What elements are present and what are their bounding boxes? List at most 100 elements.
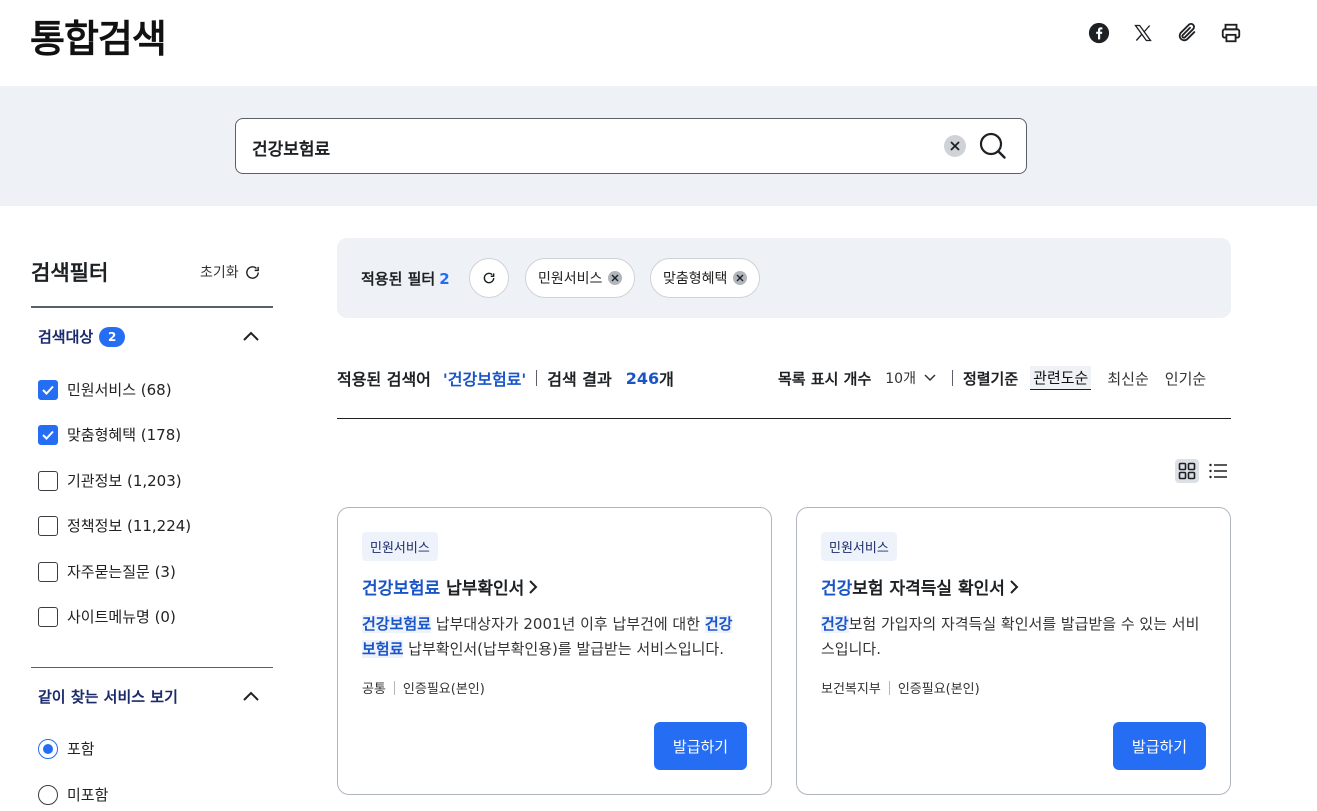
checkbox-custom-benefit[interactable]: 맞춤형혜택 (178) — [38, 424, 181, 445]
sort-option-relevance[interactable]: 관련도순 — [1030, 366, 1092, 390]
radio-label: 포함 — [67, 740, 95, 758]
issue-button[interactable]: 발급하기 — [1113, 722, 1206, 770]
checkbox-label: 사이트메뉴명 (0) — [67, 608, 176, 626]
filter-section-target: 검색대상 2 — [38, 326, 126, 347]
checkbox-label: 기관정보 (1,203) — [67, 472, 182, 490]
section-title: 검색대상 — [38, 328, 94, 346]
page-size-label: 목록 표시 개수 — [778, 369, 872, 388]
result-unit: 개 — [659, 370, 674, 389]
radio-exclude[interactable]: 미포함 — [38, 784, 108, 805]
applied-filter-count: 2 — [439, 270, 450, 288]
filter-chip[interactable]: 민원서비스 — [525, 258, 636, 298]
result-card: 민원서비스 건강보험료 납부확인서 건강보험료 납부대상자가 2001년 이후 … — [337, 507, 772, 795]
sort-option-latest[interactable]: 최신순 — [1107, 368, 1148, 389]
divider — [31, 667, 273, 668]
page-size-select[interactable]: 10개 — [885, 368, 936, 388]
divider — [337, 418, 1231, 419]
page-size-value: 10개 — [885, 371, 916, 387]
filter-section-related: 같이 찾는 서비스 보기 — [38, 686, 178, 707]
result-card: 민원서비스 건강보험 자격득실 확인서 건강보험 가입자의 자격득실 확인서를 … — [796, 507, 1231, 795]
meta-auth: 인증필요(본인) — [402, 682, 485, 697]
category-tag: 민원서비스 — [362, 532, 438, 561]
title-highlight: 건강보험료 — [362, 579, 441, 599]
applied-filter-label: 적용된 필터 2 — [361, 268, 450, 289]
meta-org: 보건복지부 — [821, 682, 881, 697]
meta-auth: 인증필요(본인) — [897, 682, 980, 697]
sort-controls: 목록 표시 개수 10개 정렬기준 관련도순 최신순 인기순 — [778, 366, 1206, 390]
chip-label: 민원서비스 — [538, 271, 603, 287]
clear-search-icon[interactable] — [944, 135, 966, 157]
results-summary: 적용된 검색어 '건강보험료' 검색 결과 246 개 — [337, 366, 674, 390]
chip-label: 맞춤형혜택 — [663, 271, 728, 287]
page-title: 통합검색 — [30, 17, 167, 61]
separator — [536, 370, 538, 386]
filter-reset-button[interactable]: 초기화 — [200, 262, 261, 282]
checkbox-label: 민원서비스 (68) — [67, 381, 172, 399]
card-meta: 보건복지부 인증필요(본인) — [821, 678, 980, 697]
close-icon[interactable] — [608, 271, 623, 285]
chevron-up-icon[interactable] — [242, 330, 260, 342]
search-box — [235, 118, 1027, 174]
grid-view-icon[interactable] — [1175, 459, 1199, 483]
checkbox-civil-service[interactable]: 민원서비스 (68) — [38, 379, 172, 400]
checkbox[interactable] — [38, 470, 58, 491]
separator — [888, 680, 890, 695]
checkbox-faq[interactable]: 자주묻는질문 (3) — [38, 561, 176, 582]
close-icon[interactable] — [733, 271, 748, 285]
chevron-down-icon — [924, 374, 936, 382]
card-title-link[interactable]: 건강보험료 납부확인서 — [362, 574, 538, 599]
checkbox[interactable] — [38, 424, 58, 445]
search-input[interactable] — [252, 133, 932, 161]
radio-label: 미포함 — [67, 786, 109, 804]
applied-filter-bar: 적용된 필터 2 민원서비스 맞춤형혜택 — [337, 238, 1231, 318]
issue-button[interactable]: 발급하기 — [654, 722, 747, 770]
printer-icon[interactable] — [1218, 20, 1244, 46]
desc-highlight: 건강 — [821, 615, 849, 633]
checkbox[interactable] — [38, 561, 58, 582]
divider — [31, 306, 273, 308]
separator — [951, 370, 953, 386]
filter-chip[interactable]: 맞춤형혜택 — [650, 258, 761, 298]
refresh-icon — [245, 265, 259, 279]
card-meta: 공통 인증필요(본인) — [362, 678, 485, 697]
chevron-up-icon[interactable] — [242, 690, 260, 702]
desc-text: 납부대상자가 2001년 이후 납부건에 대한 — [431, 615, 705, 633]
card-description: 건강보험료 납부대상자가 2001년 이후 납부건에 대한 건강보험료 납부확인… — [362, 612, 742, 662]
desc-highlight: 건강보험료 — [362, 615, 432, 633]
x-icon[interactable] — [1130, 20, 1156, 46]
result-label: 검색 결과 — [547, 370, 612, 389]
radio-button[interactable] — [38, 738, 58, 759]
refresh-icon[interactable] — [469, 258, 509, 298]
sort-label: 정렬기준 — [962, 369, 1019, 388]
checkbox-org-info[interactable]: 기관정보 (1,203) — [38, 470, 182, 491]
title-text: 납부확인서 — [440, 579, 525, 599]
checkbox-label: 자주묻는질문 (3) — [67, 563, 176, 581]
result-count: 246 — [625, 368, 660, 388]
desc-text: 보험 가입자의 자격득실 확인서를 발급받을 수 있는 서비스입니다. — [821, 615, 1200, 658]
chevron-right-icon — [1010, 579, 1019, 594]
checkbox[interactable] — [38, 606, 58, 627]
filter-reset-label: 초기화 — [200, 265, 239, 281]
checkbox-site-menu[interactable]: 사이트메뉴명 (0) — [38, 606, 176, 627]
checkbox-label: 맞춤형혜택 (178) — [67, 426, 182, 444]
sort-option-popular[interactable]: 인기순 — [1165, 368, 1206, 389]
radio-include[interactable]: 포함 — [38, 738, 95, 759]
count-badge: 2 — [99, 326, 126, 347]
checkbox[interactable] — [38, 515, 58, 536]
query-value: '건강보험료' — [442, 370, 527, 389]
checkbox[interactable] — [38, 379, 58, 400]
meta-org: 공통 — [362, 682, 386, 697]
list-view-icon[interactable] — [1206, 459, 1230, 483]
query-label: 적용된 검색어 — [337, 370, 431, 389]
checkbox-policy-info[interactable]: 정책정보 (11,224) — [38, 515, 191, 536]
card-description: 건강보험 가입자의 자격득실 확인서를 발급받을 수 있는 서비스입니다. — [821, 612, 1201, 662]
chevron-right-icon — [529, 579, 538, 594]
card-title-link[interactable]: 건강보험 자격득실 확인서 — [821, 574, 1019, 599]
title-text: 보험 자격득실 확인서 — [852, 579, 1005, 599]
desc-text: 납부확인서(납부확인용)를 발급받는 서비스입니다. — [403, 640, 724, 658]
search-icon[interactable] — [978, 131, 1010, 163]
facebook-icon[interactable] — [1086, 20, 1112, 46]
paperclip-icon[interactable] — [1174, 20, 1200, 46]
radio-button[interactable] — [38, 784, 58, 805]
section-title: 같이 찾는 서비스 보기 — [38, 688, 178, 706]
